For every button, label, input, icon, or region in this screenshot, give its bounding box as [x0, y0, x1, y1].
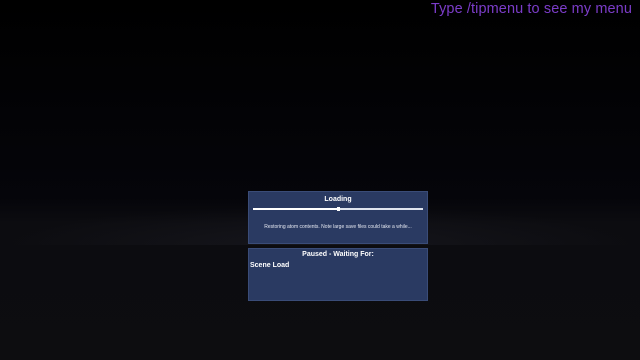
loading-title: Loading	[324, 196, 352, 203]
loading-progress-fill	[253, 208, 338, 210]
waiting-title: Paused - Waiting For:	[302, 251, 374, 258]
waiting-list: Scene Load	[250, 262, 289, 270]
tipmenu-hint: Type /tipmenu to see my menu	[430, 1, 632, 17]
waiting-item: Scene Load	[250, 262, 290, 269]
loading-message: Restoring atom contents. Note large save…	[264, 224, 412, 230]
loading-panel: Loading Restoring atom contents. Note la…	[248, 191, 428, 244]
loading-progress-marker	[337, 207, 340, 211]
loading-progress-bar	[253, 207, 423, 211]
paused-waiting-panel: Paused - Waiting For: Scene Load	[248, 248, 428, 301]
